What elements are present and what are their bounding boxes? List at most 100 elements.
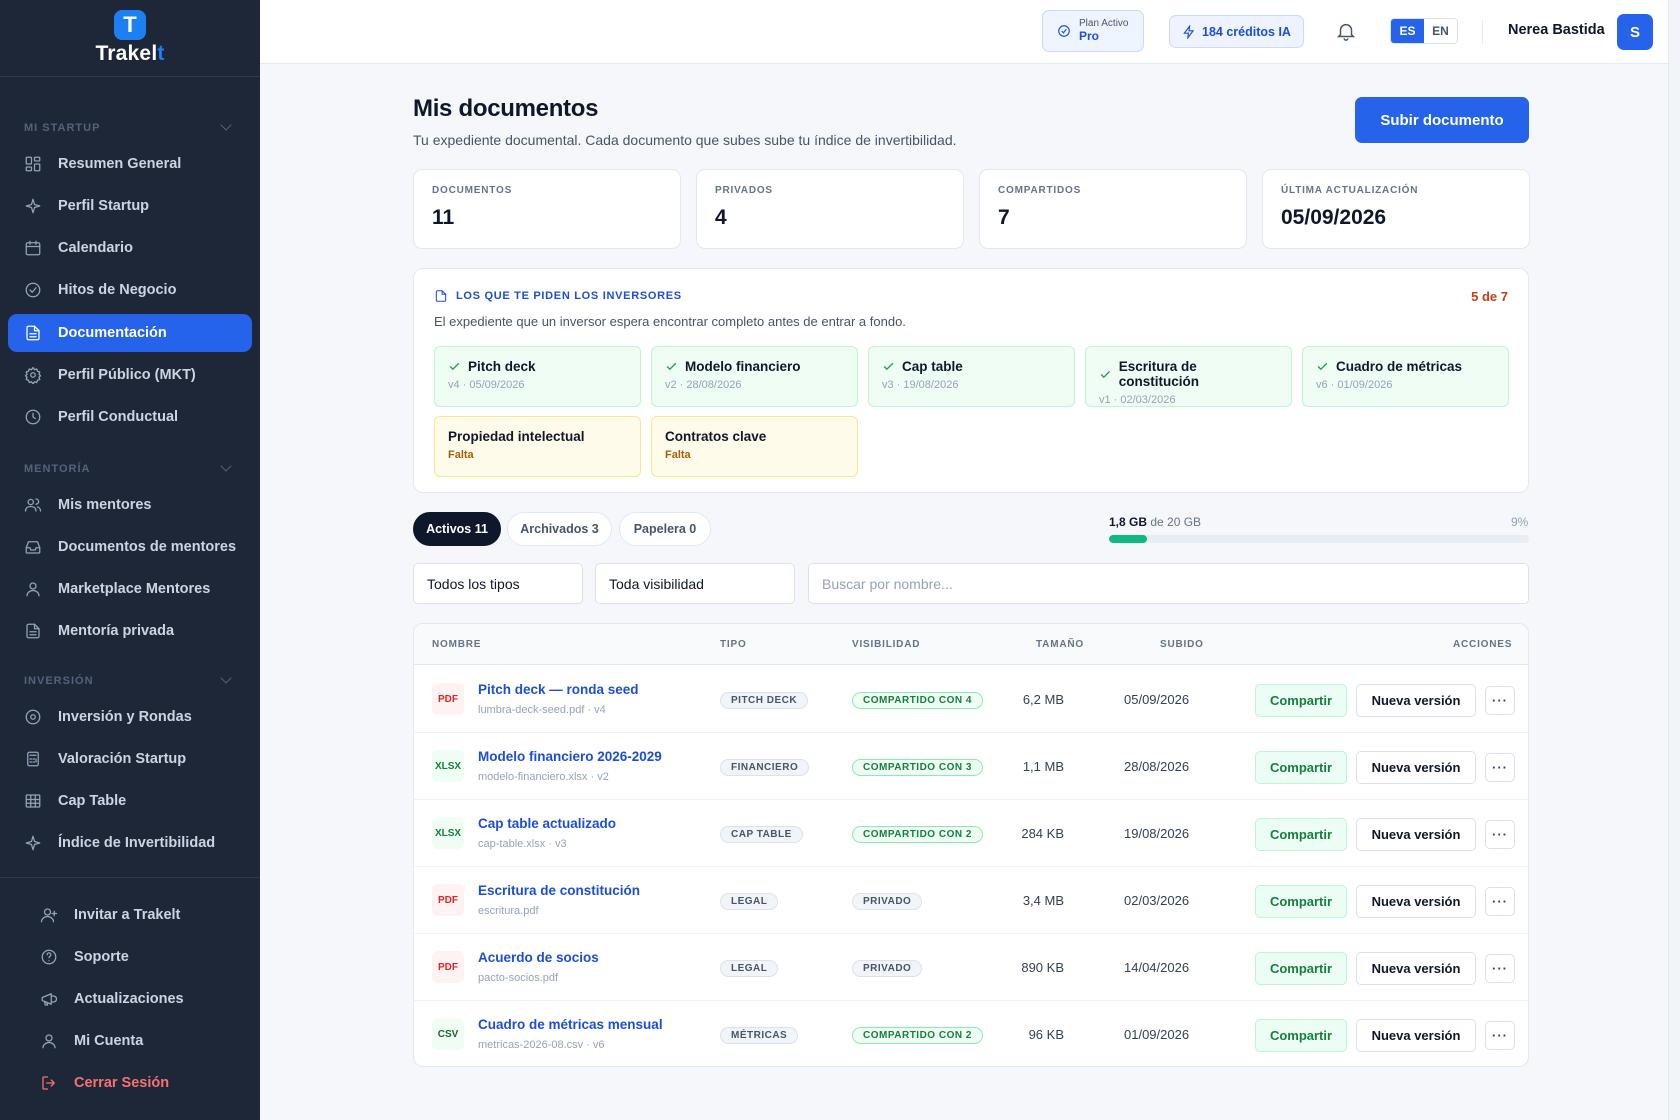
- document-name-link[interactable]: Acuerdo de socios: [478, 950, 599, 965]
- column-header-uploaded[interactable]: SUBIDO: [1160, 639, 1204, 650]
- sidebar-item-documentos-de-mentores[interactable]: Documentos de mentores: [8, 528, 252, 566]
- document-name-link[interactable]: Cap table actualizado: [478, 816, 616, 831]
- new-version-button[interactable]: Nueva versión: [1356, 818, 1476, 851]
- type-filter-select[interactable]: Todos los tipos: [413, 563, 583, 604]
- share-button[interactable]: Compartir: [1255, 952, 1347, 985]
- sidebar-item-soporte[interactable]: Soporte: [8, 938, 252, 976]
- sidebar-item-marketplace-mentores[interactable]: Marketplace Mentores: [8, 570, 252, 608]
- more-actions-button[interactable]: ···: [1485, 753, 1515, 782]
- sidebar-item-inversion-y-rondas[interactable]: Inversión y Rondas: [8, 698, 252, 736]
- share-button[interactable]: Compartir: [1255, 818, 1347, 851]
- stat-card-ultima-actualizacion: ÚLTIMA ACTUALIZACIÓN 05/09/2026: [1262, 169, 1530, 249]
- more-actions-button[interactable]: ···: [1485, 887, 1515, 916]
- ai-credits-badge[interactable]: 184 créditos IA: [1169, 15, 1304, 48]
- section-title-mentoria: MENTORÍA: [24, 463, 91, 475]
- document-name-link[interactable]: Cuadro de métricas mensual: [478, 1017, 663, 1032]
- sidebar-item-perfil-conductual[interactable]: Perfil Conductual: [8, 398, 252, 436]
- more-actions-button[interactable]: ···: [1485, 686, 1515, 715]
- new-version-button[interactable]: Nueva versión: [1356, 952, 1476, 985]
- avatar[interactable]: S: [1617, 14, 1653, 50]
- document-size: 284 KB: [1021, 826, 1064, 841]
- new-version-button[interactable]: Nueva versión: [1356, 1019, 1476, 1052]
- visibility-filter-select[interactable]: Toda visibilidad: [595, 563, 795, 604]
- column-header-visibility[interactable]: VISIBILIDAD: [852, 639, 920, 650]
- share-button[interactable]: Compartir: [1255, 1019, 1347, 1052]
- sidebar-item-documentacion[interactable]: Documentación: [8, 314, 252, 352]
- logo[interactable]: T Trakelt: [0, 0, 260, 77]
- search-input[interactable]: Buscar por nombre...: [808, 563, 1529, 604]
- sidebar-item-mi-cuenta[interactable]: Mi Cuenta: [8, 1022, 252, 1060]
- required-doc-modelo-financiero[interactable]: Modelo financiero v2 · 28/08/2026: [651, 346, 858, 407]
- share-button[interactable]: Compartir: [1255, 885, 1347, 918]
- xlsx-file-icon: XLSX: [432, 750, 464, 782]
- more-actions-button[interactable]: ···: [1485, 1021, 1515, 1050]
- tab-archivados[interactable]: Archivados 3: [507, 512, 612, 546]
- sidebar-item-label: Perfil Startup: [58, 198, 150, 214]
- plan-badge[interactable]: Plan Activo Pro: [1042, 10, 1144, 52]
- sidebar-item-label: Mis mentores: [58, 497, 152, 513]
- share-button[interactable]: Compartir: [1255, 684, 1347, 717]
- document-name-link[interactable]: Pitch deck — ronda seed: [478, 682, 639, 697]
- storage-progress-fill: [1109, 535, 1147, 543]
- required-doc-contratos-clave[interactable]: Contratos clave Falta: [651, 416, 858, 477]
- sidebar-item-label: Documentación: [58, 325, 167, 341]
- document-size: 6,2 MB: [1022, 692, 1064, 707]
- investor-checklist-title: LOS QUE TE PIDEN LOS INVERSORES: [434, 289, 682, 303]
- new-version-button[interactable]: Nueva versión: [1356, 751, 1476, 784]
- user-icon: [40, 1032, 58, 1050]
- tab-papelera[interactable]: Papelera 0: [619, 512, 711, 546]
- lang-en-button[interactable]: EN: [1424, 19, 1457, 43]
- chevron-down-icon[interactable]: [220, 460, 232, 472]
- required-doc-cuadro-de-metricas[interactable]: Cuadro de métricas v6 · 01/09/2026: [1302, 346, 1509, 407]
- sidebar-item-invitar[interactable]: Invitar a Trakelt: [8, 896, 252, 934]
- sidebar-item-cap-table[interactable]: Cap Table: [8, 782, 252, 820]
- new-version-button[interactable]: Nueva versión: [1356, 684, 1476, 717]
- document-name-link[interactable]: Modelo financiero 2026-2029: [478, 749, 662, 764]
- topbar: Plan Activo Pro 184 créditos IA ES EN Ne…: [260, 0, 1680, 64]
- share-button[interactable]: Compartir: [1255, 751, 1347, 784]
- required-doc-pitch-deck[interactable]: Pitch deck v4 · 05/09/2026: [434, 346, 641, 407]
- sidebar-item-cerrar-sesion[interactable]: Cerrar Sesión: [8, 1064, 252, 1102]
- scrollbar[interactable]: [1668, 0, 1680, 1120]
- sidebar-item-indice-de-invertibilidad[interactable]: Índice de Invertibilidad: [8, 824, 252, 862]
- lang-es-button[interactable]: ES: [1391, 19, 1424, 43]
- more-actions-button[interactable]: ···: [1485, 820, 1515, 849]
- check-circle-icon: [24, 281, 42, 299]
- column-header-type[interactable]: TIPO: [720, 639, 747, 650]
- sidebar-item-perfil-publico[interactable]: Perfil Público (MKT): [8, 356, 252, 394]
- sidebar-item-resumen-general[interactable]: Resumen General: [8, 145, 252, 183]
- document-size: 1,1 MB: [1022, 759, 1064, 774]
- storage-progress-bar: [1109, 535, 1529, 543]
- sidebar-item-calendario[interactable]: Calendario: [8, 229, 252, 267]
- stat-label: ÚLTIMA ACTUALIZACIÓN: [1281, 185, 1419, 196]
- chevron-down-icon[interactable]: [220, 672, 232, 684]
- sidebar-item-label: Cerrar Sesión: [74, 1075, 170, 1091]
- user-name[interactable]: Nerea Bastida: [1508, 22, 1605, 38]
- sidebar-item-mentoria-privada[interactable]: Mentoría privada: [8, 612, 252, 650]
- document-name-link[interactable]: Escritura de constitución: [478, 883, 640, 898]
- stat-value: 11: [432, 206, 455, 229]
- sidebar-item-mis-mentores[interactable]: Mis mentores: [8, 486, 252, 524]
- ai-credits-text: 184 créditos IA: [1202, 24, 1291, 39]
- sidebar-item-actualizaciones[interactable]: Actualizaciones: [8, 980, 252, 1018]
- sidebar-item-valoracion-startup[interactable]: Valoración Startup: [8, 740, 252, 778]
- more-actions-button[interactable]: ···: [1485, 954, 1515, 983]
- new-version-button[interactable]: Nueva versión: [1356, 885, 1476, 918]
- type-pill: LEGAL: [720, 893, 779, 910]
- document-date: 19/08/2026: [1124, 826, 1190, 841]
- chevron-down-icon[interactable]: [220, 119, 232, 131]
- required-doc-cap-table[interactable]: Cap table v3 · 19/08/2026: [868, 346, 1075, 407]
- required-doc-propiedad-intelectual[interactable]: Propiedad intelectual Falta: [434, 416, 641, 477]
- check-circle-icon: [1058, 25, 1070, 37]
- upload-document-button[interactable]: Subir documento: [1355, 97, 1529, 143]
- column-header-name[interactable]: NOMBRE: [432, 639, 481, 650]
- required-doc-escritura[interactable]: Escritura de constitución v1 · 02/03/202…: [1085, 346, 1292, 407]
- tab-activos[interactable]: Activos 11: [413, 512, 501, 546]
- bell-icon[interactable]: [1335, 20, 1357, 42]
- document-filename: modelo-financiero.xlsx · v2: [478, 771, 609, 783]
- table-row: XLSX Modelo financiero 2026-2029 modelo-…: [414, 733, 1528, 800]
- sidebar-item-perfil-startup[interactable]: Perfil Startup: [8, 187, 252, 225]
- sidebar-item-hitos-de-negocio[interactable]: Hitos de Negocio: [8, 271, 252, 309]
- column-header-size[interactable]: TAMAÑO: [1036, 639, 1084, 650]
- sidebar-item-label: Perfil Conductual: [58, 409, 179, 425]
